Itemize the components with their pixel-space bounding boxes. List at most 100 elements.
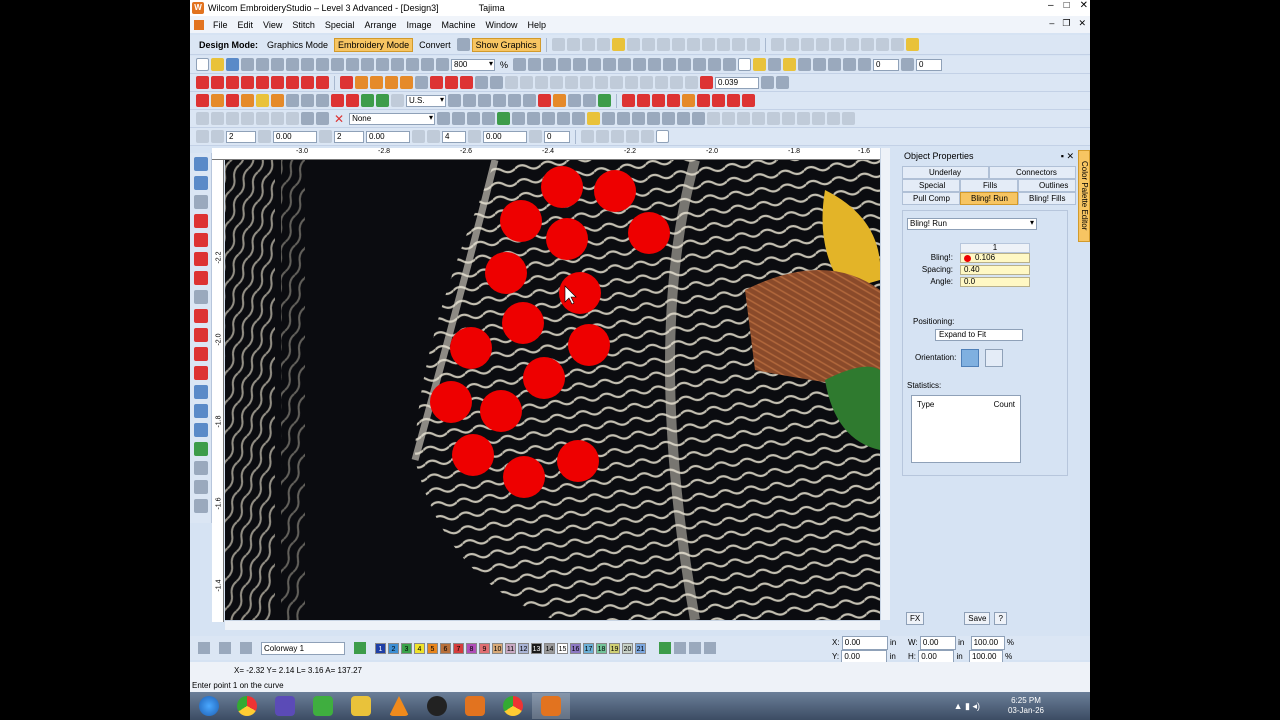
value-field-5[interactable]: 4 [442, 130, 466, 143]
digitize-icon[interactable] [478, 94, 491, 107]
fill-type-icon[interactable] [520, 76, 533, 89]
zoom-in-icon[interactable] [406, 58, 419, 71]
transform-icon[interactable] [785, 38, 799, 51]
vlc-icon[interactable] [380, 693, 418, 719]
color-chip[interactable]: 1 [375, 642, 386, 654]
stitch-list-icon[interactable] [901, 58, 915, 71]
embroidery-mode-button[interactable]: Embroidery Mode [334, 37, 414, 52]
positioning-select[interactable]: Expand to Fit [935, 329, 1023, 341]
minimize-button[interactable]: – [1048, 0, 1054, 11]
doc-close-button[interactable]: ✕ [1078, 18, 1086, 29]
fill-type-icon[interactable] [430, 76, 443, 89]
bling-dot[interactable] [480, 390, 522, 432]
print-icon[interactable] [256, 58, 269, 71]
chrome-icon[interactable] [494, 693, 532, 719]
view-icon[interactable] [678, 58, 692, 71]
menu-file[interactable]: File [208, 20, 233, 30]
color-chip[interactable]: 19 [609, 642, 620, 654]
convert-button[interactable]: Convert [415, 38, 455, 52]
digitize-icon[interactable] [463, 94, 476, 107]
spacing-icon[interactable] [656, 130, 669, 143]
undo-icon[interactable] [376, 58, 389, 71]
ruler-icon[interactable] [588, 58, 602, 71]
needle-icon[interactable] [768, 58, 782, 71]
lock-icon[interactable] [596, 38, 610, 51]
effect-icon[interactable] [211, 112, 224, 125]
colorway-icon[interactable] [240, 642, 252, 654]
value-field-7[interactable]: 0 [544, 130, 570, 143]
effect-icon[interactable] [707, 112, 721, 125]
menu-image[interactable]: Image [401, 20, 436, 30]
menu-arrange[interactable]: Arrange [359, 20, 401, 30]
value-field-6[interactable]: 0.00 [483, 130, 527, 143]
fill-type-icon[interactable] [595, 76, 608, 89]
wilcom-active-icon[interactable] [532, 693, 570, 719]
redo-icon[interactable] [391, 58, 404, 71]
color-chip[interactable]: 8 [466, 642, 477, 654]
column-icon[interactable] [193, 309, 208, 323]
spacing-icon[interactable] [468, 130, 481, 143]
bling-dot[interactable] [523, 357, 565, 399]
digitize-icon[interactable] [346, 94, 359, 107]
digitize-icon[interactable] [331, 94, 344, 107]
transform-icon[interactable] [815, 38, 829, 51]
color-chip[interactable]: 13 [531, 642, 542, 654]
graphics-tool-icon[interactable] [551, 38, 565, 51]
globe-icon[interactable] [456, 38, 470, 51]
effect-icon[interactable] [647, 112, 661, 125]
fill-type-icon[interactable] [445, 76, 458, 89]
branching-icon[interactable] [193, 290, 208, 304]
orientation-forward-icon[interactable] [961, 349, 979, 367]
effect-icon[interactable] [316, 112, 329, 125]
effect-icon[interactable] [286, 112, 299, 125]
reshape-icon[interactable] [193, 176, 208, 190]
doc-restore-button[interactable]: ❐ [1062, 18, 1070, 29]
digitize-icon[interactable] [583, 94, 596, 107]
app-icon[interactable] [304, 693, 342, 719]
menu-window[interactable]: Window [481, 20, 523, 30]
digitize-icon[interactable] [727, 94, 740, 107]
digitize-icon[interactable] [301, 94, 314, 107]
digitize-icon[interactable] [196, 94, 209, 107]
spacing-icon[interactable] [427, 130, 440, 143]
maximize-button[interactable]: □ [1064, 0, 1070, 11]
tab-bling-fills[interactable]: Bling! Fills [1018, 192, 1076, 205]
transform-icon[interactable] [890, 38, 904, 51]
fill-type-icon[interactable] [355, 76, 368, 89]
value-field-2[interactable]: 0.00 [273, 130, 317, 143]
lettering-icon[interactable] [193, 385, 208, 399]
stitch-type-icon[interactable] [301, 76, 314, 89]
color-dot-icon[interactable] [622, 94, 635, 107]
distribute-icon[interactable] [731, 38, 745, 51]
fill-type-icon[interactable] [490, 76, 503, 89]
color-tool-icon[interactable] [689, 642, 701, 654]
transform-icon[interactable] [830, 38, 844, 51]
view-icon[interactable] [708, 58, 722, 71]
stitch-type-icon[interactable] [286, 76, 299, 89]
digitize-icon[interactable] [286, 94, 299, 107]
color-chip[interactable]: 10 [492, 642, 503, 654]
fill-pattern-select[interactable]: None [349, 112, 436, 125]
delete-x-icon[interactable]: ✕ [331, 112, 347, 126]
effect-icon[interactable] [782, 112, 796, 125]
monogram-icon[interactable] [193, 404, 208, 418]
fill-type-icon[interactable] [685, 76, 698, 89]
design-canvas[interactable] [225, 160, 880, 620]
select-icon[interactable] [193, 157, 208, 171]
stitch-type-icon[interactable] [226, 76, 239, 89]
digitize-icon[interactable] [508, 94, 521, 107]
fill-icon[interactable] [193, 271, 208, 285]
graphics-mode-button[interactable]: Graphics Mode [263, 38, 332, 52]
menu-help[interactable]: Help [523, 20, 552, 30]
spacing-icon[interactable] [196, 130, 209, 143]
doc-minimize-button[interactable]: – [1049, 18, 1054, 29]
new-icon[interactable] [196, 58, 209, 71]
menu-stitch[interactable]: Stitch [287, 20, 320, 30]
stop-icon[interactable] [633, 58, 647, 71]
effect-icon[interactable] [812, 112, 826, 125]
menu-edit[interactable]: Edit [233, 20, 259, 30]
effect-icon[interactable] [632, 112, 646, 125]
zoom-out-icon[interactable] [421, 58, 434, 71]
digitize-icon[interactable] [568, 94, 581, 107]
color-chip[interactable]: 5 [427, 642, 438, 654]
